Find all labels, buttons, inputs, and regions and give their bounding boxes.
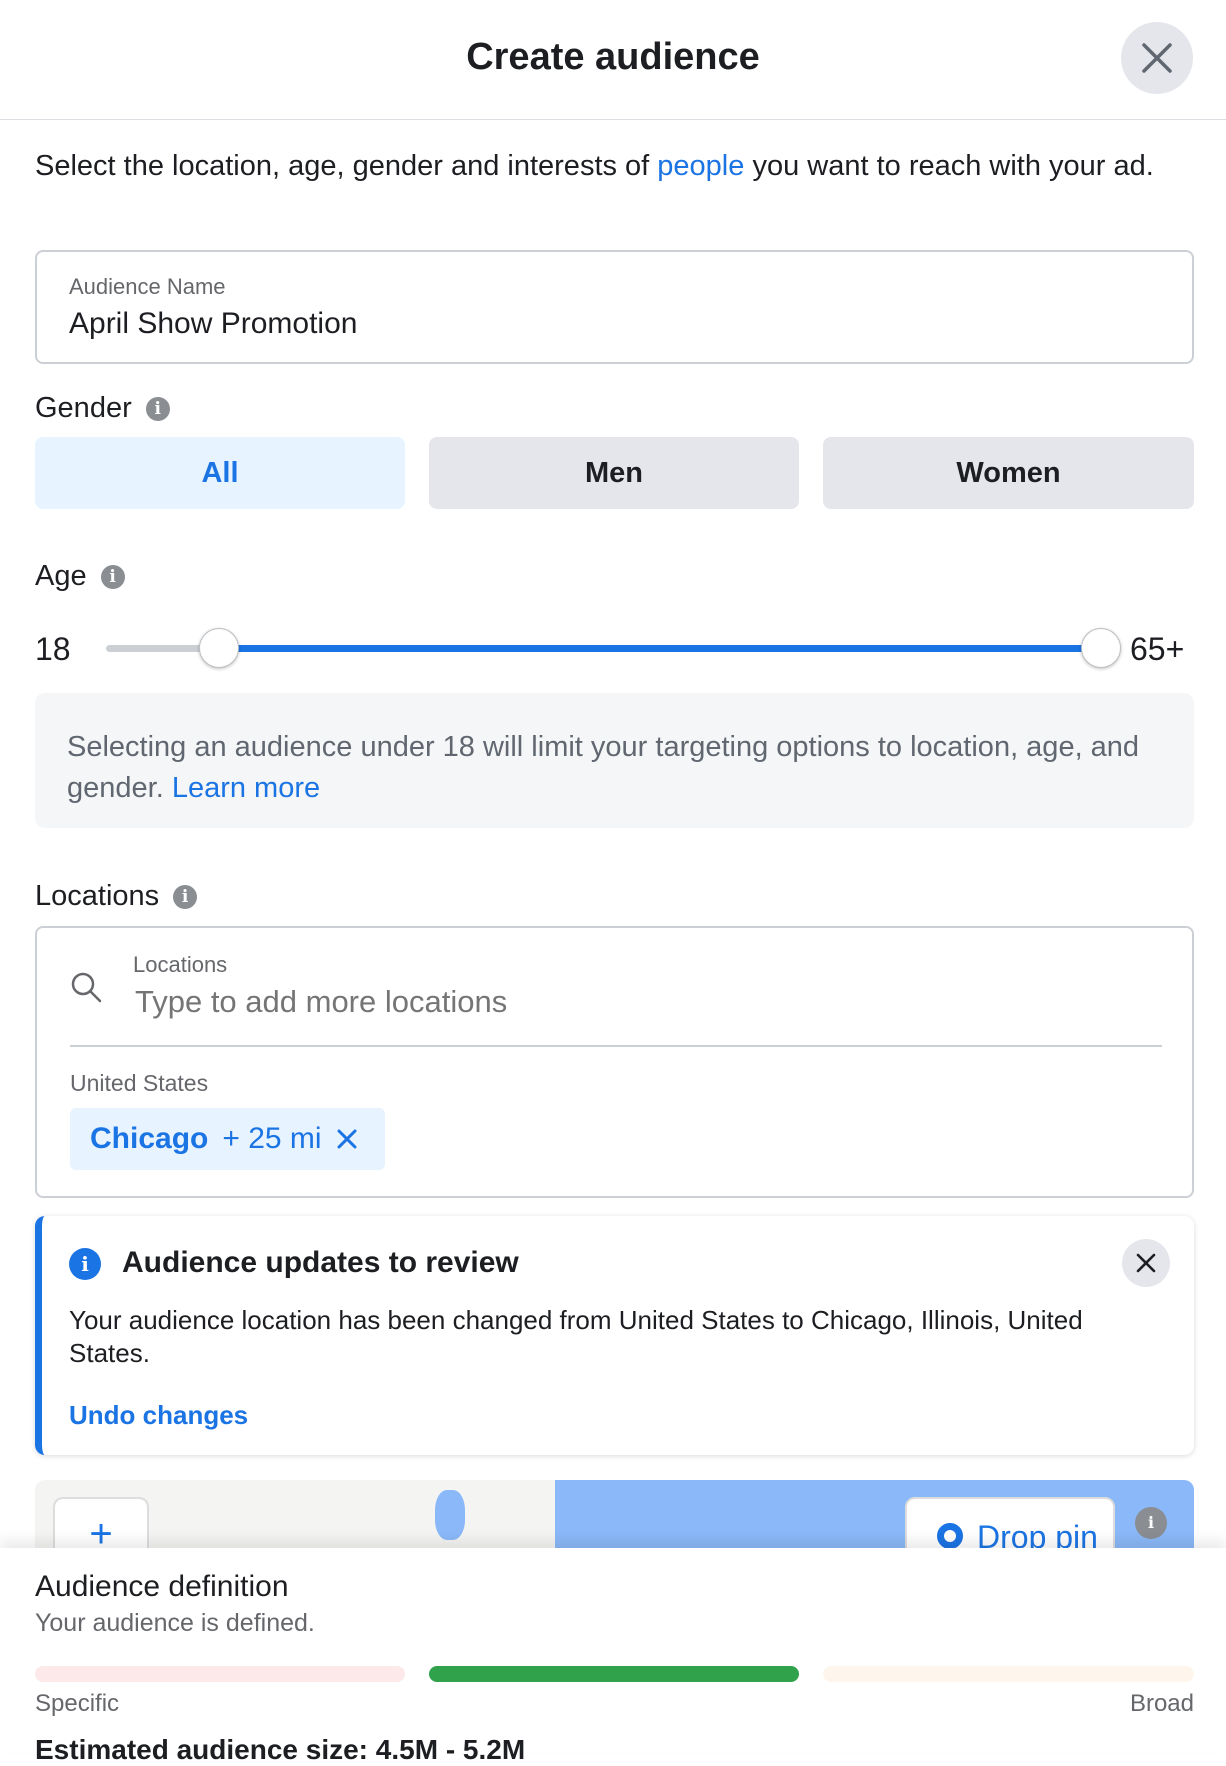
locations-label: Locations: [35, 880, 160, 912]
pin-icon: [937, 1523, 963, 1549]
dialog-title: Create audience: [466, 36, 760, 78]
zoom-in-button[interactable]: +: [53, 1497, 149, 1550]
meter-broad: [823, 1666, 1194, 1682]
age-label: Age: [35, 560, 87, 592]
age-slider-range: [219, 645, 1101, 652]
audience-name-field[interactable]: Audience Name April Show Promotion: [35, 250, 1194, 364]
meter-specific: [35, 1666, 405, 1682]
meter-defined: [429, 1666, 799, 1682]
intro-before: Select the location, age, gender and int…: [35, 150, 658, 182]
info-icon[interactable]: i: [173, 885, 198, 910]
locations-input[interactable]: [135, 980, 1035, 1024]
remove-location-icon[interactable]: [336, 1128, 358, 1150]
dialog-header: Create audience: [0, 0, 1226, 120]
audience-name-label: Audience Name: [69, 274, 226, 299]
info-icon[interactable]: i: [100, 565, 125, 590]
info-icon[interactable]: i: [1135, 1507, 1167, 1539]
gender-heading: Gender i: [35, 392, 170, 425]
map[interactable]: + Drop pin i: [35, 1480, 1194, 1550]
info-icon[interactable]: i: [145, 397, 170, 422]
locations-heading: Locations i: [35, 880, 198, 913]
age-note: Selecting an audience under 18 will limi…: [35, 693, 1194, 828]
gender-women-button[interactable]: Women: [823, 437, 1194, 509]
drop-pin-button[interactable]: Drop pin: [905, 1497, 1115, 1550]
close-icon: [1136, 1253, 1156, 1273]
age-min-handle[interactable]: [199, 628, 239, 668]
audience-name-value[interactable]: April Show Promotion: [69, 307, 357, 341]
intro-after: you want to reach with your ad.: [744, 150, 1154, 182]
country-label: United States: [70, 1070, 209, 1096]
dismiss-notice-button[interactable]: [1122, 1239, 1170, 1287]
locations-field-label: Locations: [133, 952, 228, 977]
search-icon: [71, 972, 102, 1003]
close-icon: [1142, 43, 1172, 73]
age-heading: Age i: [35, 560, 125, 593]
notice-title: Audience updates to review: [122, 1246, 519, 1279]
definition-status: Your audience is defined.: [35, 1609, 315, 1637]
age-max-handle[interactable]: [1081, 628, 1121, 668]
map-water: [435, 1490, 465, 1540]
info-icon: i: [69, 1248, 101, 1280]
gender-label: Gender: [35, 392, 132, 424]
chip-name: Chicago: [90, 1122, 209, 1155]
divider: [70, 1045, 1162, 1047]
chip-radius: + 25 mi: [222, 1122, 322, 1155]
location-chip[interactable]: Chicago + 25 mi: [70, 1108, 385, 1170]
broad-label: Broad: [1129, 1690, 1194, 1717]
estimated-audience-size: Estimated audience size: 4.5M - 5.2M: [35, 1734, 526, 1765]
intro-text: Select the location, age, gender and int…: [35, 146, 1195, 186]
notice-body: Your audience location has been changed …: [69, 1305, 1083, 1368]
audience-definition-panel: Audience definition Your audience is def…: [0, 1548, 1226, 1765]
age-max-value: 65+: [1130, 631, 1185, 667]
locations-box: Locations United States Chicago + 25 mi: [35, 926, 1194, 1198]
people-link[interactable]: people: [657, 150, 744, 182]
learn-more-link[interactable]: Learn more: [172, 772, 320, 804]
specific-label: Specific: [35, 1690, 120, 1717]
drop-pin-label: Drop pin: [977, 1519, 1098, 1550]
close-button[interactable]: [1121, 22, 1193, 94]
gender-all-button[interactable]: All: [35, 437, 405, 509]
undo-changes-link[interactable]: Undo changes: [69, 1400, 248, 1431]
gender-men-button[interactable]: Men: [429, 437, 799, 509]
audience-update-notice: i Audience updates to review Your audien…: [35, 1216, 1194, 1455]
age-min-value: 18: [35, 631, 71, 667]
definition-title: Audience definition: [35, 1570, 289, 1603]
